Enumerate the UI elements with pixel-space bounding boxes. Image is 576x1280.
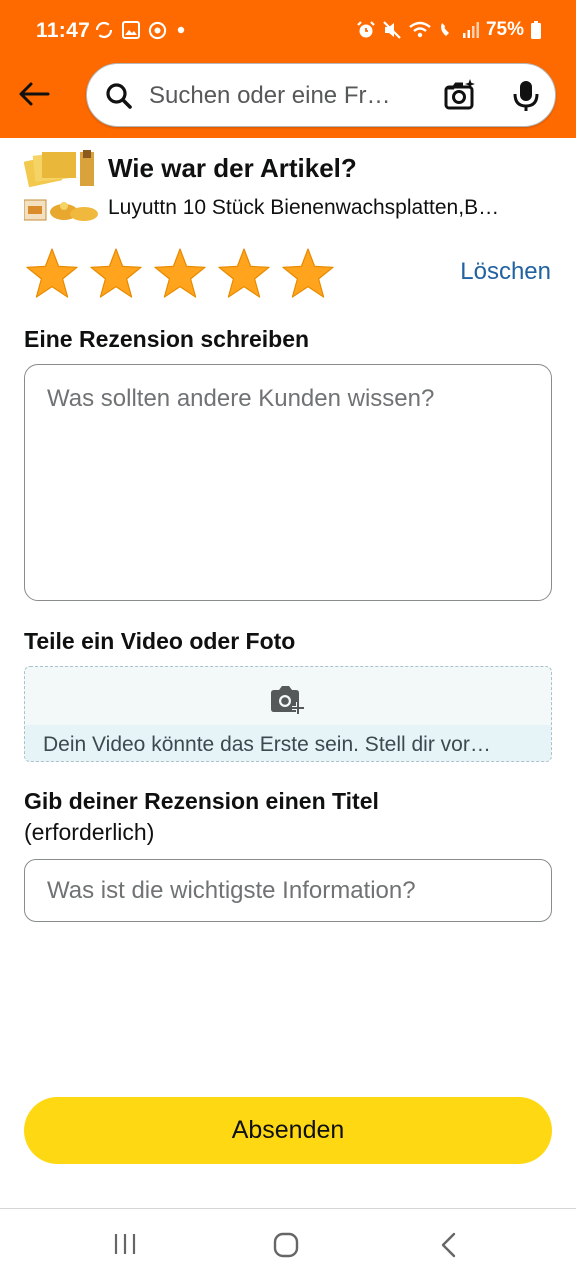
status-time: 11:47 — [36, 19, 91, 42]
title-label: Gib deiner Rezension einen Titel — [24, 788, 379, 814]
camera-add-icon — [271, 686, 304, 714]
review-title-input[interactable] — [24, 859, 552, 922]
battery-icon — [531, 21, 541, 39]
star-icon[interactable] — [88, 246, 144, 302]
star-rating[interactable] — [24, 246, 336, 302]
media-label: Teile ein Video oder Foto — [24, 628, 296, 654]
arrow-left-icon — [19, 82, 50, 106]
nav-back-icon[interactable] — [438, 1232, 460, 1258]
home-icon[interactable] — [273, 1232, 299, 1258]
signal-icon — [462, 22, 479, 38]
status-bar: 11:47 75% — [0, 0, 576, 62]
star-icon[interactable] — [152, 246, 208, 302]
required-note: (erforderlich) — [24, 819, 155, 845]
star-icon[interactable] — [24, 246, 80, 302]
review-question-title: Wie war der Artikel? — [108, 153, 357, 183]
status-left-icons — [94, 20, 187, 40]
star-icon[interactable] — [280, 246, 336, 302]
wifi-icon — [409, 21, 431, 38]
search-icon — [106, 83, 132, 109]
review-label: Eine Rezension schreiben — [24, 326, 310, 352]
review-textarea[interactable] — [24, 364, 552, 601]
system-nav-bar — [0, 1208, 576, 1280]
search-header — [0, 62, 576, 138]
gallery-icon — [122, 21, 140, 39]
mute-icon — [383, 21, 401, 39]
status-right: 75% — [356, 19, 542, 41]
wifi-call-icon — [441, 23, 449, 36]
clear-rating-link[interactable]: Löschen — [460, 258, 551, 286]
dot-icon — [177, 26, 185, 34]
product-name: Luyuttn 10 Stück Bienenwachsplatten,B… — [108, 196, 500, 219]
product-thumbnail — [24, 150, 98, 221]
search-input[interactable] — [149, 79, 419, 113]
alarm-icon — [357, 21, 375, 38]
battery-percent: 75% — [485, 19, 524, 40]
media-upload-area[interactable]: Dein Video könnte das Erste sein. Stell … — [24, 666, 552, 762]
sync-icon — [95, 21, 113, 39]
star-icon[interactable] — [216, 246, 272, 302]
media-upload-prompt: Dein Video könnte das Erste sein. Stell … — [25, 725, 551, 761]
microphone-icon[interactable] — [511, 79, 541, 113]
search-bar[interactable] — [86, 63, 556, 127]
recent-apps-icon[interactable] — [112, 1231, 138, 1257]
back-button[interactable] — [16, 78, 52, 110]
submit-button[interactable]: Absenden — [24, 1097, 552, 1164]
chrome-icon — [148, 21, 167, 39]
camera-lens-icon[interactable] — [443, 78, 477, 112]
